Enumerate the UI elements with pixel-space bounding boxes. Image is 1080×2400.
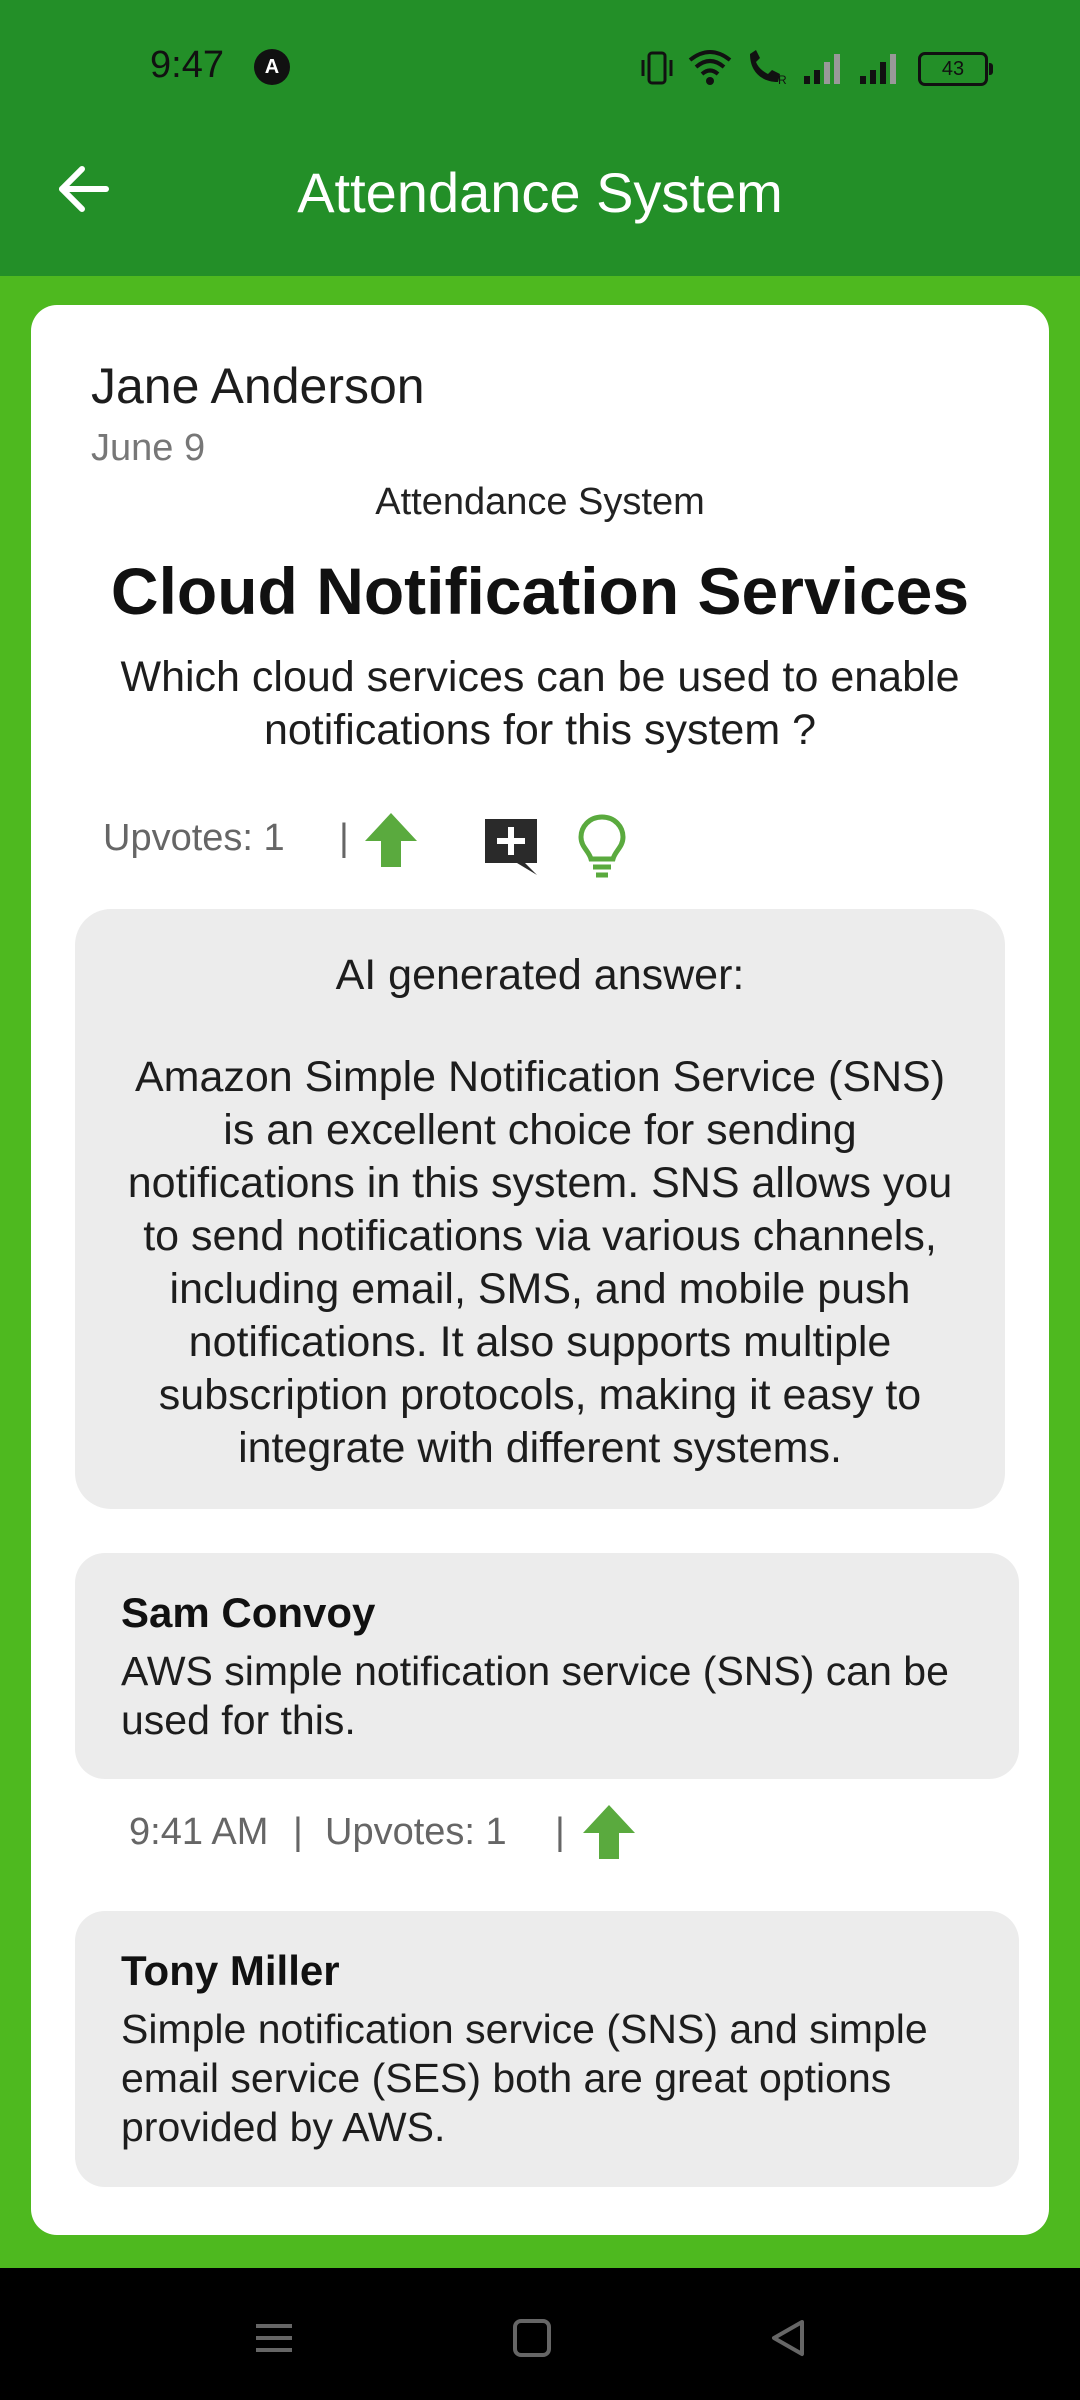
comment-upvotes: Upvotes: 1: [325, 1811, 507, 1853]
lightbulb-icon[interactable]: [577, 813, 627, 879]
app-bar: 9:47 A R 43 Attendance System: [0, 0, 1080, 276]
system-navigation-bar: [0, 2268, 1080, 2400]
comment-upvote-arrow-icon[interactable]: [581, 1803, 637, 1861]
post-date: June 9: [91, 427, 206, 469]
comment-author: Sam Convoy: [121, 1589, 376, 1636]
ai-answer-text: Amazon Simple Notification Service (SNS)…: [127, 1053, 953, 1472]
status-bar: 9:47 A R 43: [0, 0, 1080, 136]
home-icon[interactable]: [510, 2316, 554, 2360]
battery-indicator: 43: [918, 52, 993, 86]
question-actions: Upvotes: 1 |: [103, 805, 903, 878]
svg-text:R: R: [778, 73, 787, 86]
app-notification-icon: A: [254, 49, 290, 85]
comment-text: AWS simple notification service (SNS) ca…: [121, 1648, 949, 1743]
wifi-calling-icon: R: [750, 50, 787, 86]
ai-answer-box: AI generated answer: Amazon Simple Notif…: [75, 909, 1005, 1509]
signal-sim1-icon: [804, 54, 840, 84]
vibrate-icon: [641, 51, 673, 85]
upvote-arrow-icon[interactable]: [363, 811, 419, 869]
status-time: 9:47: [150, 44, 224, 86]
comment-text: Simple notification service (SNS) and si…: [121, 2006, 928, 2150]
post-author: Jane Anderson: [91, 358, 425, 414]
comment-meta: 9:41 AM | Upvotes: 1 |: [129, 1803, 729, 1867]
question-upvotes: Upvotes: 1: [103, 817, 285, 859]
comment-author: Tony Miller: [121, 1947, 340, 1994]
question-card: Jane Anderson June 9 Attendance System C…: [31, 305, 1049, 2235]
separator: |: [339, 817, 349, 859]
question-title: Cloud Notification Services: [110, 554, 970, 628]
post-category: Attendance System: [375, 481, 705, 523]
comment-card: Tony Miller Simple notification service …: [75, 1911, 1019, 2187]
menu-icon[interactable]: [252, 2316, 296, 2360]
comment-card: Sam Convoy AWS simple notification servi…: [75, 1553, 1019, 1779]
ai-answer-label: AI generated answer:: [335, 951, 745, 999]
add-comment-icon[interactable]: [481, 815, 543, 877]
page-title: Attendance System: [297, 161, 783, 224]
signal-sim2-icon: [860, 54, 896, 84]
question-body: Which cloud services can be used to enab…: [120, 653, 960, 754]
comment-time: 9:41 AM: [129, 1811, 269, 1853]
wifi-icon: [688, 50, 732, 85]
back-nav-icon[interactable]: [766, 2316, 810, 2360]
